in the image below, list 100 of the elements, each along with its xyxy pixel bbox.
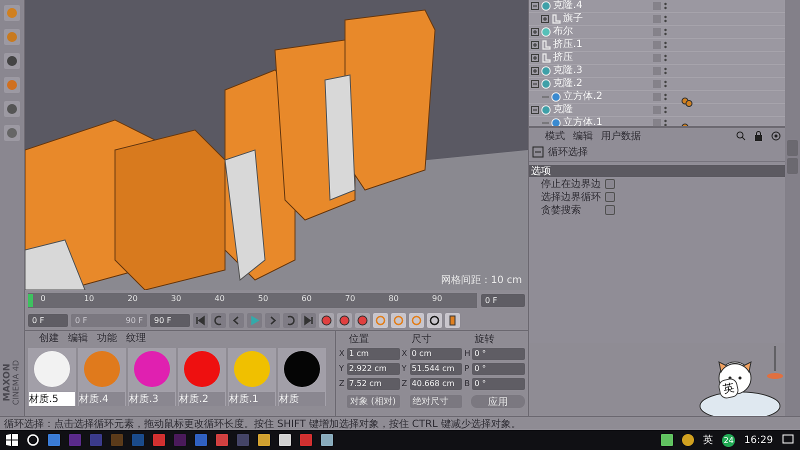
keyframe-button[interactable] bbox=[355, 312, 370, 328]
visibility-dots-icon[interactable] bbox=[664, 119, 667, 126]
viewport[interactable]: 网格间距 : 10 cm bbox=[25, 0, 528, 290]
object-name[interactable]: 挤压.1 bbox=[553, 40, 583, 50]
tool-icon[interactable] bbox=[3, 124, 21, 142]
notification-count[interactable]: 24 bbox=[722, 434, 736, 447]
target-icon[interactable] bbox=[771, 130, 781, 140]
object-name[interactable]: 布尔 bbox=[553, 27, 573, 37]
tag-icon[interactable] bbox=[681, 97, 693, 107]
visibility-dots-icon[interactable] bbox=[664, 80, 667, 88]
coordinate-field[interactable]: 40.668 cm bbox=[410, 378, 462, 390]
tool-icon[interactable] bbox=[3, 52, 21, 70]
coordinate-field[interactable]: 0 ° bbox=[472, 362, 525, 374]
object-name[interactable]: 克隆 bbox=[553, 105, 573, 115]
taskbar-app-icon[interactable] bbox=[321, 434, 333, 446]
material-swatch[interactable]: 材质.1 bbox=[228, 348, 276, 406]
search-icon[interactable] bbox=[27, 434, 39, 446]
autokey-button[interactable] bbox=[337, 312, 352, 328]
lock-icon[interactable] bbox=[754, 130, 763, 140]
timeline-button[interactable] bbox=[445, 312, 460, 328]
object-name[interactable]: 立方体.2 bbox=[563, 92, 603, 102]
checkbox[interactable] bbox=[605, 204, 615, 214]
material-name[interactable]: 材质.4 bbox=[79, 392, 125, 406]
object-name[interactable]: 旗子 bbox=[563, 14, 583, 24]
record-button[interactable] bbox=[319, 312, 334, 328]
input-language[interactable]: 英 bbox=[703, 433, 714, 448]
visibility-dots-icon[interactable] bbox=[664, 93, 667, 101]
material-name[interactable]: 材质 bbox=[279, 392, 325, 406]
menu-item[interactable]: 纹理 bbox=[126, 331, 146, 345]
end-frame-field[interactable]: 90 F bbox=[150, 314, 190, 326]
menu-item[interactable]: 创建 bbox=[39, 331, 59, 345]
coordinate-field[interactable]: 0 cm bbox=[410, 348, 462, 360]
size-mode-dropdown[interactable]: 绝对尺寸 bbox=[410, 395, 462, 408]
collapse-icon[interactable] bbox=[531, 106, 539, 114]
visibility-dots-icon[interactable] bbox=[664, 41, 667, 49]
menu-item[interactable]: 用户数据 bbox=[601, 128, 641, 142]
tray-icon[interactable] bbox=[661, 434, 674, 446]
tray-icon[interactable] bbox=[682, 434, 694, 446]
collapse-icon[interactable] bbox=[531, 2, 539, 10]
material-swatch[interactable]: 材质.3 bbox=[128, 348, 176, 406]
start-frame-field[interactable]: 0 F bbox=[28, 314, 68, 326]
coordinate-field[interactable]: 0 ° bbox=[472, 378, 525, 390]
scale-key-button[interactable] bbox=[391, 312, 406, 328]
material-swatch[interactable]: 材质.5 bbox=[28, 348, 76, 406]
visibility-dots-icon[interactable] bbox=[664, 54, 667, 62]
taskbar-app-icon[interactable] bbox=[279, 434, 291, 446]
current-frame-field[interactable]: 0 F bbox=[481, 294, 525, 306]
expand-icon[interactable] bbox=[531, 54, 539, 62]
range-slider[interactable]: 0 F 90 F bbox=[71, 314, 147, 326]
expand-icon[interactable] bbox=[541, 15, 549, 23]
visibility-dots-icon[interactable] bbox=[664, 28, 667, 36]
checkbox[interactable] bbox=[605, 192, 615, 202]
coordinate-field[interactable]: 2.922 cm bbox=[347, 362, 400, 374]
layer-swatch[interactable] bbox=[653, 119, 661, 126]
material-name[interactable]: 材质.5 bbox=[29, 392, 75, 406]
next-key-button[interactable] bbox=[283, 312, 298, 328]
go-to-end-button[interactable] bbox=[301, 312, 316, 328]
go-to-start-button[interactable] bbox=[193, 312, 208, 328]
visibility-dots-icon[interactable] bbox=[664, 67, 667, 75]
object-name[interactable]: 克隆.4 bbox=[553, 1, 583, 11]
material-swatch[interactable]: 材质.2 bbox=[178, 348, 226, 406]
visibility-dots-icon[interactable] bbox=[664, 15, 667, 23]
windows-icon[interactable] bbox=[6, 434, 18, 446]
menu-item[interactable]: 编辑 bbox=[573, 128, 593, 142]
mode-dropdown[interactable]: 对象 (相对) bbox=[347, 395, 400, 408]
material-name[interactable]: 材质.2 bbox=[179, 392, 225, 406]
notification-icon[interactable] bbox=[782, 434, 794, 446]
material-swatch[interactable]: 材质 bbox=[278, 348, 326, 406]
apply-button[interactable]: 应用 bbox=[471, 395, 525, 408]
expand-icon[interactable] bbox=[531, 28, 539, 36]
coordinate-field[interactable]: 0 ° bbox=[472, 348, 525, 360]
clock[interactable]: 16:29 bbox=[744, 434, 773, 446]
section-title[interactable]: 选项 bbox=[529, 164, 551, 178]
object-name[interactable]: 克隆.3 bbox=[553, 66, 583, 76]
object-name[interactable]: 立方体.1 bbox=[563, 118, 603, 126]
material-name[interactable]: 材质.1 bbox=[229, 392, 275, 406]
object-name[interactable]: 挤压 bbox=[553, 53, 573, 63]
object-name[interactable]: 克隆.2 bbox=[553, 79, 583, 89]
coordinate-field[interactable]: 7.52 cm bbox=[347, 378, 400, 390]
checkbox[interactable] bbox=[605, 178, 615, 188]
material-name[interactable]: 材质.3 bbox=[129, 392, 175, 406]
collapse-icon[interactable] bbox=[531, 80, 539, 88]
timeline-ruler[interactable]: 0 10 20 30 40 50 60 70 80 90 bbox=[28, 292, 477, 308]
next-frame-button[interactable] bbox=[265, 312, 280, 328]
menu-item[interactable]: 模式 bbox=[545, 128, 565, 142]
previous-key-button[interactable] bbox=[211, 312, 226, 328]
expand-icon[interactable] bbox=[531, 41, 539, 49]
coordinate-field[interactable]: 1 cm bbox=[347, 348, 400, 360]
tool-icon[interactable] bbox=[3, 100, 21, 118]
material-swatch[interactable]: 材质.4 bbox=[78, 348, 126, 406]
previous-frame-button[interactable] bbox=[229, 312, 244, 328]
taskbar-app-icon[interactable] bbox=[258, 434, 270, 446]
menu-item[interactable]: 功能 bbox=[97, 331, 117, 345]
parameter-key-button[interactable] bbox=[427, 312, 442, 328]
expand-icon[interactable] bbox=[531, 67, 539, 75]
coordinate-field[interactable]: 51.544 cm bbox=[410, 362, 462, 374]
visibility-dots-icon[interactable] bbox=[664, 2, 667, 10]
menu-item[interactable]: 编辑 bbox=[68, 331, 88, 345]
visibility-dots-icon[interactable] bbox=[664, 106, 667, 114]
playhead[interactable] bbox=[28, 294, 33, 306]
